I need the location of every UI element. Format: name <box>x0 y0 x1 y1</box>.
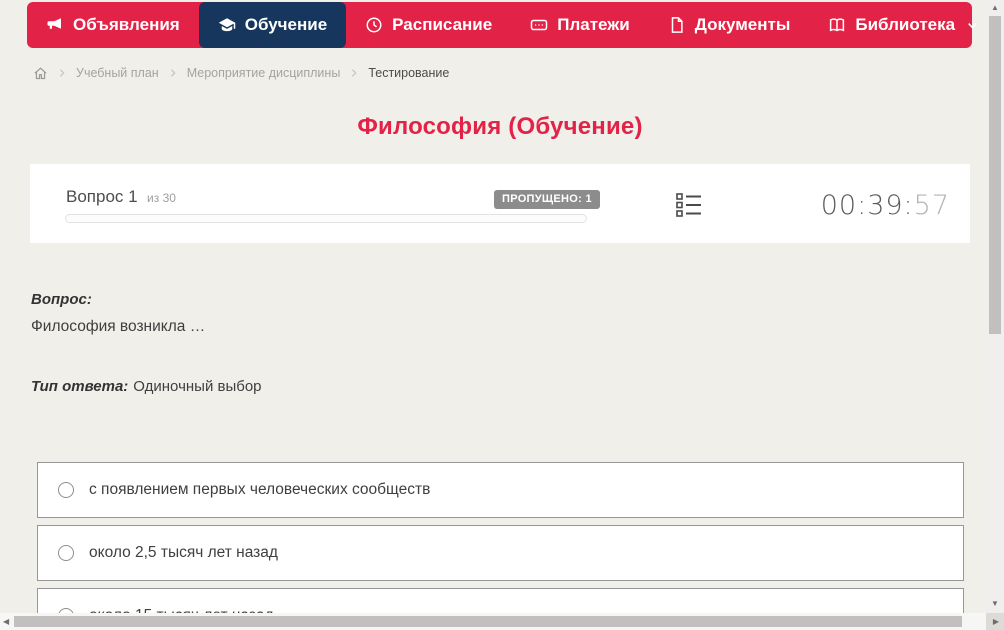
scrollbar-corner: ▶ <box>986 613 1004 630</box>
answer-option-label: около 2,5 тысяч лет назад <box>89 544 278 561</box>
nav-label: Библиотека <box>855 15 956 34</box>
breadcrumb-item-testing: Тестирование <box>368 66 450 80</box>
breadcrumb: Учебный план Мероприятие дисциплины Тест… <box>33 62 449 84</box>
answer-type-label: Тип ответа: <box>31 378 129 395</box>
breadcrumb-item-discipline-event[interactable]: Мероприятие дисциплины <box>187 66 341 80</box>
question-counter: Вопрос 1 из 30 <box>66 187 176 207</box>
scroll-down-arrow-icon[interactable]: ▼ <box>991 600 999 608</box>
nav-label: Объявления <box>73 15 180 34</box>
nav-item-library[interactable]: Библиотека <box>809 2 998 48</box>
radio-button[interactable] <box>58 545 74 561</box>
main-navbar: Объявления Обучение Расписание Платежи Д… <box>27 2 977 48</box>
nav-item-documents[interactable]: Документы <box>649 2 810 48</box>
nav-item-announcements[interactable]: Объявления <box>27 2 199 48</box>
scroll-up-arrow-icon[interactable]: ▲ <box>991 4 999 12</box>
answer-option-2[interactable]: около 2,5 тысяч лет назад <box>37 525 964 581</box>
list-icon <box>676 193 701 217</box>
quiz-timer: 00:39:57 <box>821 190 950 221</box>
page: Объявления Обучение Расписание Платежи Д… <box>0 0 1004 630</box>
question-prompt-text: Философия возникла … <box>31 318 206 335</box>
home-icon[interactable] <box>33 66 48 81</box>
question-total: из 30 <box>147 191 176 205</box>
question-prompt-label: Вопрос: <box>31 291 92 308</box>
graduation-cap-icon <box>218 18 235 32</box>
horizontal-scrollbar-thumb[interactable] <box>14 616 962 627</box>
nav-item-schedule[interactable]: Расписание <box>346 2 511 48</box>
nav-item-learning[interactable]: Обучение <box>198 2 347 48</box>
question-list-button[interactable] <box>674 190 704 220</box>
timer-minutes: 00:39: <box>820 190 914 221</box>
answer-option-1[interactable]: с появлением первых человеческих сообщес… <box>37 462 964 518</box>
document-icon <box>671 17 683 33</box>
nav-item-payments[interactable]: Платежи <box>511 2 649 48</box>
nav-label: Расписание <box>392 15 493 34</box>
breadcrumb-separator-icon <box>170 69 176 77</box>
skipped-badge: ПРОПУЩЕНО: 1 <box>494 190 600 209</box>
answer-type: Тип ответа: Одиночный выбор <box>31 378 262 395</box>
megaphone-icon <box>47 18 61 29</box>
answer-option-label: с появлением первых человеческих сообщес… <box>89 481 431 498</box>
scroll-right-arrow-icon[interactable]: ▶ <box>993 618 999 626</box>
chevron-down-icon <box>968 22 977 29</box>
radio-button[interactable] <box>58 482 74 498</box>
question-number: Вопрос 1 <box>66 187 138 206</box>
clock-icon <box>366 17 382 33</box>
horizontal-scrollbar[interactable]: ◀ ▶ <box>0 613 1004 630</box>
nav-label: Обучение <box>244 15 328 34</box>
breadcrumb-separator-icon <box>352 69 357 77</box>
book-icon <box>830 18 845 32</box>
nav-label: Платежи <box>557 15 630 34</box>
quiz-header-panel: Вопрос 1 из 30 ПРОПУЩЕНО: 1 00:39:57 <box>30 164 970 243</box>
breadcrumb-item-curriculum[interactable]: Учебный план <box>76 66 159 80</box>
answer-options: с появлением первых человеческих сообщес… <box>37 462 964 630</box>
breadcrumb-separator-icon <box>59 69 65 77</box>
vertical-scrollbar-thumb[interactable] <box>989 16 1001 334</box>
timer-seconds: 57 <box>913 190 950 221</box>
payments-icon <box>530 19 548 31</box>
page-title: Философия (Обучение) <box>357 113 643 140</box>
vertical-scrollbar[interactable]: ▲ ▼ <box>986 0 1004 613</box>
answer-type-value: Одиночный выбор <box>133 378 262 395</box>
quiz-progress-bar <box>65 214 587 223</box>
question-block: Вопрос: Философия возникла … <box>31 291 931 336</box>
scroll-left-arrow-icon[interactable]: ◀ <box>3 618 9 626</box>
nav-label: Документы <box>694 15 791 34</box>
